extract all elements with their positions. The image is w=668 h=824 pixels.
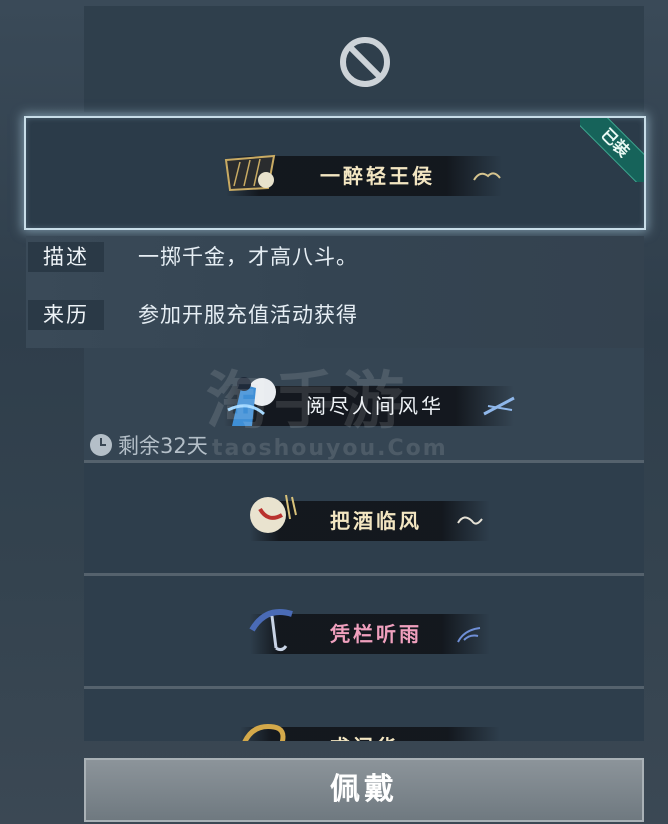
title-tag: 求问华	[240, 723, 500, 741]
title-slot[interactable]: 求问华	[84, 689, 644, 741]
source-value: 参加开服充值活动获得	[138, 303, 358, 327]
title-name: 凭栏听雨	[330, 622, 422, 646]
title-slot[interactable]: 把酒临风	[84, 463, 644, 573]
umbrella-icon	[249, 609, 293, 652]
cloud-icon	[457, 516, 483, 525]
equipped-title: 一醉轻王侯	[320, 164, 435, 188]
slot-equipped[interactable]: 已装 一醉轻王侯	[24, 116, 646, 230]
title-info: 描述 一掷千金，才高八斗。 来历 参加开服充值活动获得	[26, 236, 644, 348]
title-name: 把酒临风	[330, 509, 422, 533]
wear-button[interactable]: 佩戴	[84, 758, 644, 822]
title-tag: 把酒临风	[250, 494, 490, 541]
cloud-icon	[473, 172, 501, 181]
prohibited-icon	[340, 37, 390, 87]
dragon-icon	[242, 723, 286, 741]
title-name: 求问华	[330, 727, 399, 741]
watermark-logo: 淘手游	[206, 364, 411, 437]
clock-icon	[90, 434, 112, 456]
source-label: 来历	[28, 300, 104, 330]
title-tag: 凭栏听雨	[249, 609, 490, 654]
title-tag: 一醉轻王侯	[224, 154, 502, 196]
remaining-time: 剩余32天	[90, 430, 208, 460]
fan-icon	[224, 154, 276, 192]
slot-none[interactable]	[84, 6, 644, 112]
desc-value: 一掷千金，才高八斗。	[138, 245, 358, 269]
willow-icon	[457, 627, 481, 643]
equipped-badge: 已装	[580, 118, 644, 182]
desc-label: 描述	[28, 242, 104, 272]
wine-jar-icon	[250, 494, 297, 533]
title-slot[interactable]: 凭栏听雨	[84, 576, 644, 686]
watermark-url: taoshouyou.Com	[212, 436, 448, 461]
sword-icon	[483, 396, 515, 416]
